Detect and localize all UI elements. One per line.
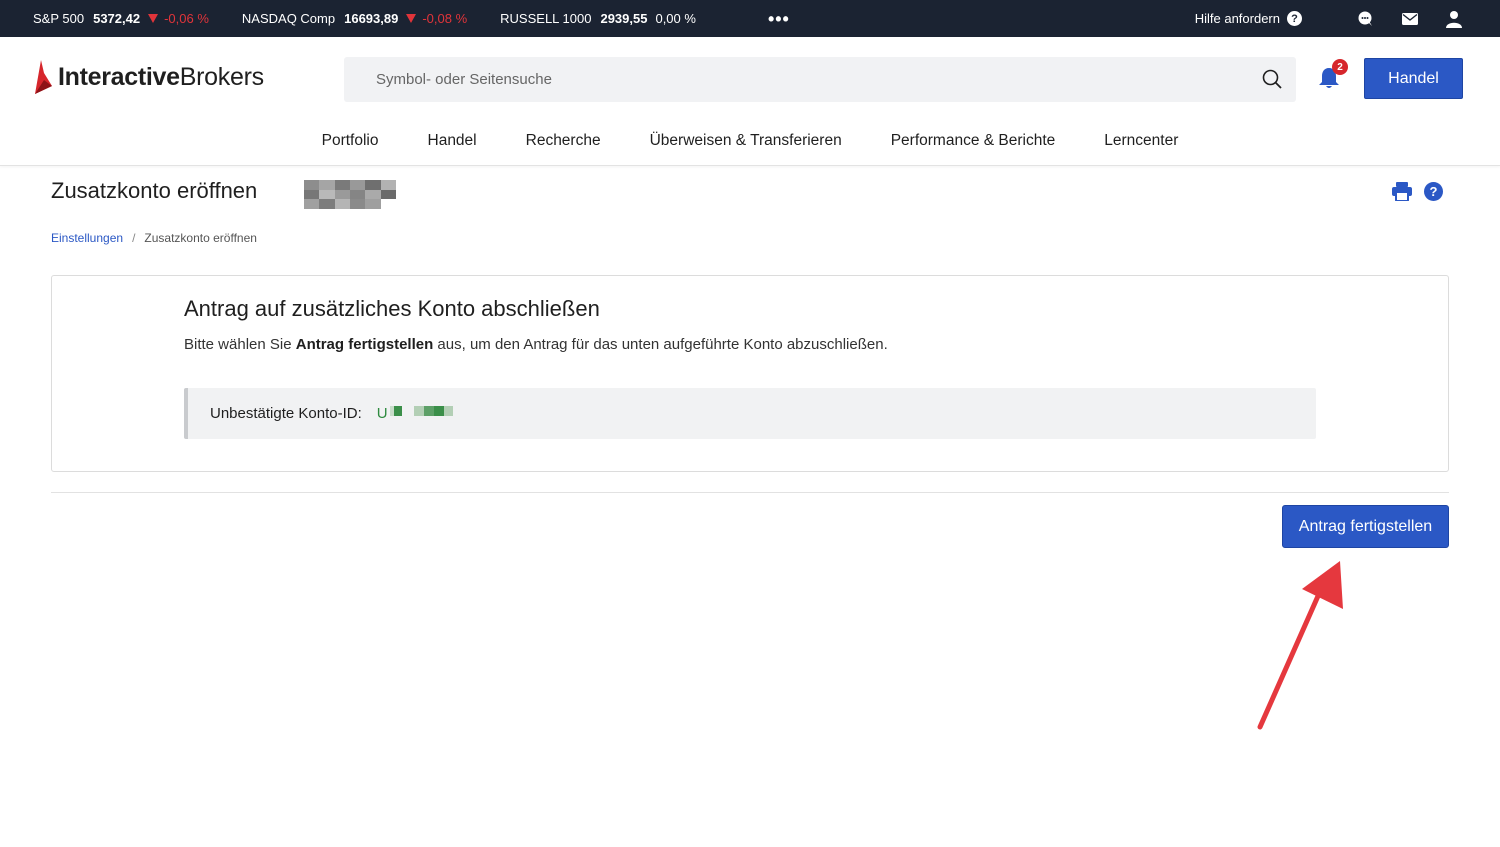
main-navigation: Portfolio Handel Recherche Überweisen & … [0,132,1500,150]
help-icon[interactable]: ? [1424,182,1443,201]
ticker-value: 2939,55 [600,11,648,26]
account-id-value: U [377,405,453,422]
account-id-label: Unbestätigte Konto-ID: [210,405,362,422]
breadcrumb-settings-link[interactable]: Einstellungen [51,231,123,245]
logo-text: InteractiveBrokers [58,62,264,91]
nav-learning-center[interactable]: Lerncenter [1104,132,1178,150]
ticker-value: 5372,42 [93,11,141,26]
redacted-account-id [389,405,453,416]
breadcrumb-current: Zusatzkonto eröffnen [144,231,257,245]
nav-trade[interactable]: Handel [428,132,477,150]
ticker-value: 16693,89 [344,11,399,26]
redacted-account-block [304,180,396,209]
market-ticker-bar: S&P 500 5372,42 -0,06 % NASDAQ Comp 1669… [0,0,1500,37]
ticker-nasdaq[interactable]: NASDAQ Comp 16693,89 -0,08 % [242,11,467,26]
user-icon[interactable] [1444,9,1464,29]
account-id-box: Unbestätigte Konto-ID: U [184,388,1316,439]
divider [51,492,1449,493]
nav-portfolio[interactable]: Portfolio [322,132,379,150]
down-triangle-icon [406,14,417,23]
breadcrumb-separator: / [132,231,136,245]
nav-performance-reports[interactable]: Performance & Berichte [891,132,1056,150]
ticker-change: 0,00 % [655,11,696,26]
breadcrumb: Einstellungen / Zusatzkonto eröffnen [51,231,257,245]
ticker-russell[interactable]: RUSSELL 1000 2939,55 0,00 % [500,11,696,26]
ticker-change: -0,06 % [148,11,209,26]
search-bar [344,57,1296,102]
ticker-name: NASDAQ Comp [241,11,336,26]
arrow-annotation [1257,561,1343,730]
main-header: InteractiveBrokers 2 Handel Portfolio Ha… [0,37,1500,166]
ticker-name: S&P 500 [33,11,85,26]
logo-icon [35,60,52,94]
ticker-sp500[interactable]: S&P 500 5372,42 -0,06 % [33,11,209,26]
print-icon[interactable] [1392,182,1412,206]
help-request-label: Hilfe anfordern [1194,11,1280,26]
chat-icon[interactable] [1356,9,1376,29]
page-title: Zusatzkonto eröffnen [51,178,258,203]
help-request-link[interactable]: Hilfe anfordern ? [1195,11,1302,26]
complete-application-button[interactable]: Antrag fertigstellen [1282,505,1449,548]
logo[interactable]: InteractiveBrokers [32,57,264,97]
nav-research[interactable]: Recherche [526,132,601,150]
notification-count-badge: 2 [1332,59,1348,75]
question-icon: ? [1287,11,1302,26]
notifications-button[interactable]: 2 [1317,59,1348,92]
mail-icon[interactable] [1400,9,1420,29]
search-input[interactable] [376,71,1236,88]
trade-button[interactable]: Handel [1364,58,1463,99]
ticker-change: -0,08 % [406,11,467,26]
search-icon[interactable] [1262,69,1282,94]
more-icon[interactable]: ••• [768,10,790,28]
card-description: Bitte wählen Sie Antrag fertigstellen au… [184,336,888,353]
card-title: Antrag auf zusätzliches Konto abschließe… [184,296,600,321]
nav-transfer[interactable]: Überweisen & Transferieren [650,132,842,150]
ticker-name: RUSSELL 1000 [500,11,592,26]
application-card: Antrag auf zusätzliches Konto abschließe… [51,275,1449,472]
down-triangle-icon [148,14,159,23]
